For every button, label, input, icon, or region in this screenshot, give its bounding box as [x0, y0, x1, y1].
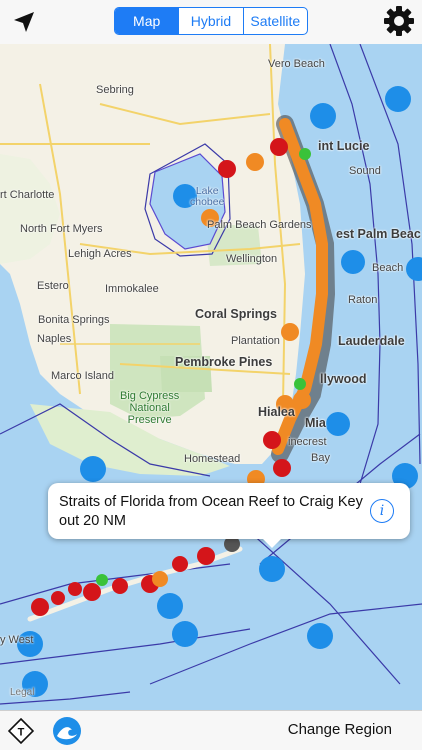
place-label: Sebring: [96, 84, 134, 96]
place-label: Sound: [349, 165, 381, 177]
region-callout[interactable]: Straits of Florida from Ocean Reef to Cr…: [48, 483, 410, 539]
top-toolbar: Map Hybrid Satellite: [0, 0, 422, 44]
tide-label: T: [18, 727, 25, 739]
place-label: Palm Beach Gardens: [207, 219, 312, 231]
place-label: inecrest: [288, 436, 327, 448]
map-view[interactable]: Vero Beach Sebring int Lucie rt Charlott…: [0, 44, 422, 710]
place-label: y West: [0, 634, 34, 646]
map-type-segmented-control: Map Hybrid Satellite: [114, 7, 308, 35]
place-label: llywood: [320, 372, 367, 386]
change-region-button[interactable]: Change Region: [288, 721, 392, 738]
segment-satellite[interactable]: Satellite: [242, 8, 307, 34]
segment-map[interactable]: Map: [115, 8, 179, 34]
place-label: Pembroke Pines: [175, 355, 273, 369]
place-label: est Palm Beac: [336, 227, 421, 241]
place-label: Hialea: [258, 405, 295, 419]
place-label: Beach: [372, 262, 404, 274]
place-label: Raton: [348, 294, 378, 306]
place-label: Marco Island: [51, 370, 114, 382]
callout-tail: [262, 538, 282, 548]
place-label: Wellington: [226, 253, 278, 265]
place-label: Vero Beach: [268, 58, 325, 70]
place-label: Homestead: [184, 453, 241, 465]
location-arrow-icon[interactable]: [10, 8, 38, 36]
place-label: Naples: [37, 333, 72, 345]
place-label: Bonita Springs: [38, 314, 110, 326]
place-label: Lake chobee: [190, 185, 225, 208]
tide-station-icon[interactable]: T: [7, 717, 35, 745]
place-label: Lehigh Acres: [68, 248, 132, 260]
place-label: Lauderdale: [338, 334, 405, 348]
bottom-toolbar: T Change Region: [0, 710, 422, 750]
place-label: Plantation: [231, 335, 280, 347]
place-label: Mia: [305, 416, 326, 430]
segment-hybrid[interactable]: Hybrid: [178, 8, 242, 34]
info-icon[interactable]: i: [370, 499, 394, 523]
place-label: Big Cypress National Preserve: [120, 390, 180, 426]
place-label: int Lucie: [318, 139, 370, 153]
place-label: Estero: [37, 280, 69, 292]
place-label: Immokalee: [105, 283, 159, 295]
place-label: rt Charlotte: [0, 189, 55, 201]
callout-title: Straits of Florida from Ocean Reef to Cr…: [59, 494, 363, 529]
place-label: Coral Springs: [195, 307, 277, 321]
place-label: North Fort Myers: [20, 223, 103, 235]
legal-link[interactable]: Legal: [10, 687, 34, 698]
wave-icon[interactable]: [52, 716, 82, 746]
gear-icon[interactable]: [382, 4, 416, 38]
place-label: Bay: [311, 452, 330, 464]
